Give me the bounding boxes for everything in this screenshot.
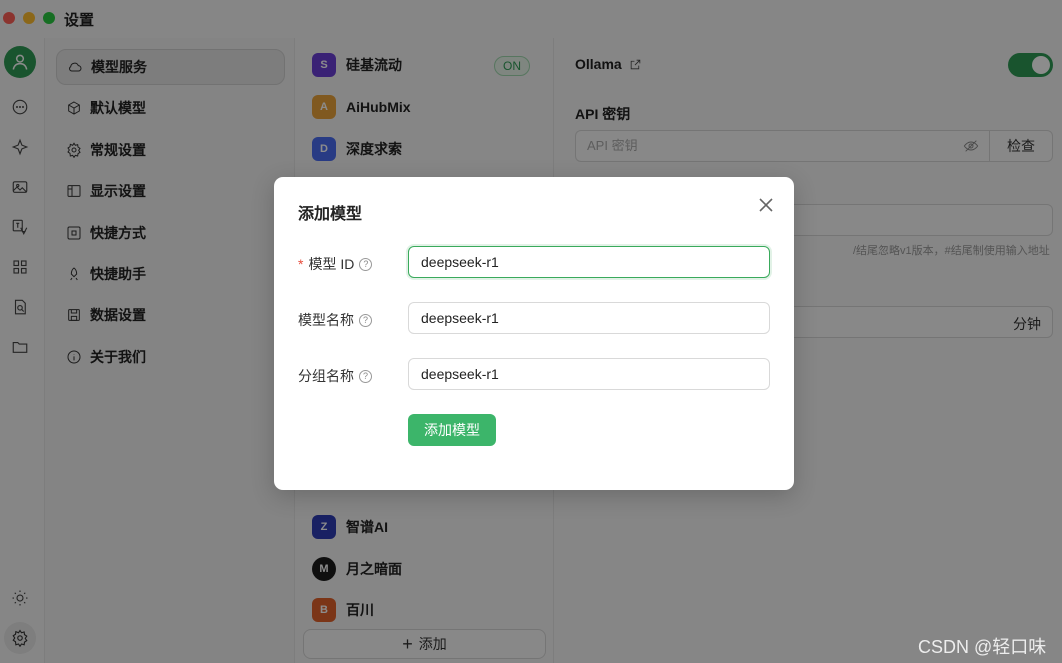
add-model-dialog: 添加模型 * 模型 ID ? deepseek-r1 模型名称 ? deepse…: [274, 177, 794, 490]
model-name-input[interactable]: deepseek-r1: [408, 302, 770, 334]
field-label-text: 分组名称: [298, 368, 354, 384]
field-label-text: 模型 ID: [308, 256, 355, 272]
help-icon[interactable]: ?: [359, 257, 373, 271]
group-name-label: 分组名称 ?: [298, 366, 372, 386]
add-model-submit-button[interactable]: 添加模型: [408, 414, 496, 446]
watermark: CSDN @轻口味: [918, 637, 1047, 657]
help-icon[interactable]: ?: [359, 313, 372, 327]
required-marker: *: [298, 256, 304, 272]
model-id-input[interactable]: deepseek-r1: [408, 246, 770, 278]
group-name-input[interactable]: deepseek-r1: [408, 358, 770, 390]
help-icon[interactable]: ?: [359, 369, 372, 383]
close-icon: [759, 198, 773, 212]
dialog-title: 添加模型: [298, 206, 363, 223]
field-label-text: 模型名称: [298, 312, 354, 328]
model-id-label: * 模型 ID ?: [298, 254, 373, 274]
close-dialog-button[interactable]: [756, 195, 776, 215]
model-name-label: 模型名称 ?: [298, 310, 372, 330]
